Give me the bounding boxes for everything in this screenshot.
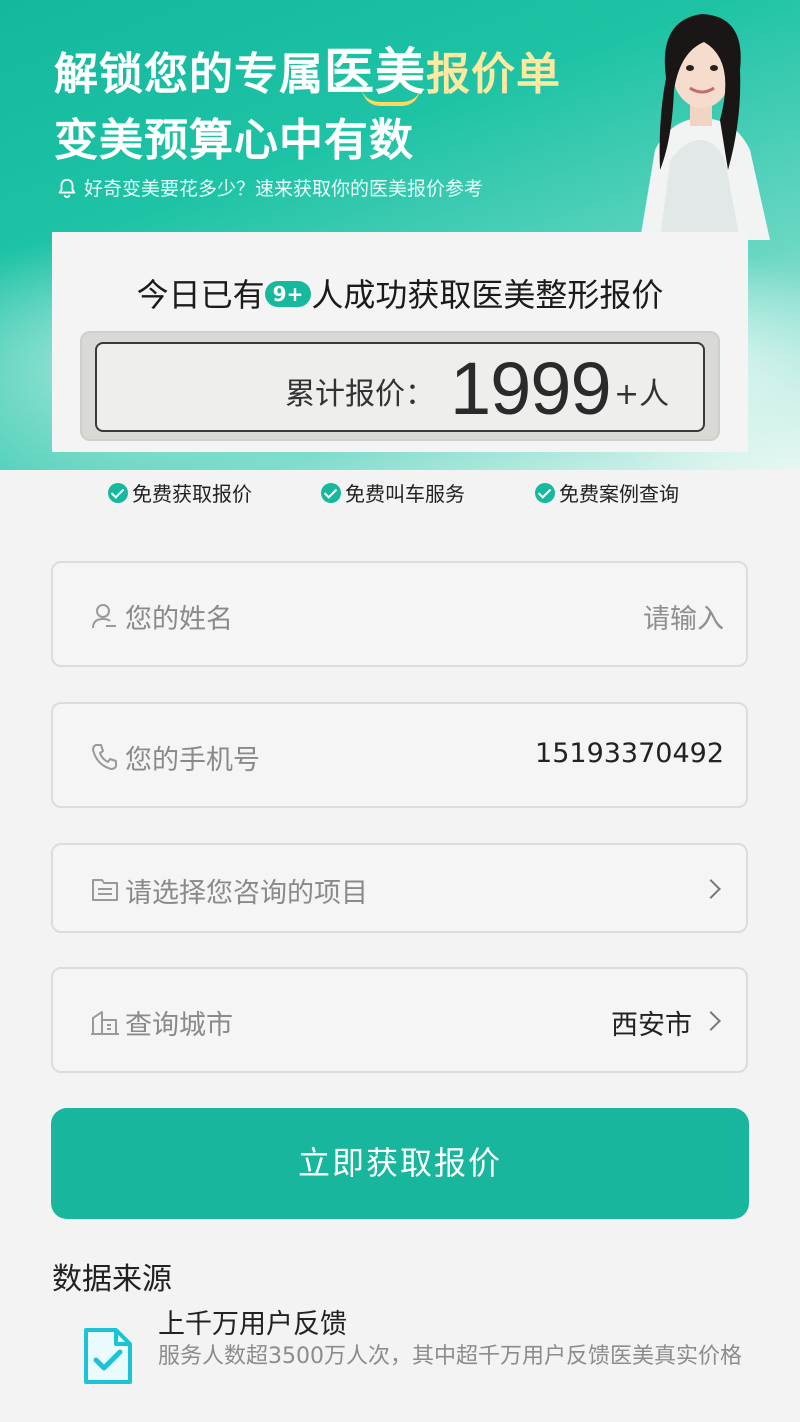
model-illustration xyxy=(640,14,770,240)
city-select[interactable]: 查询城市 西安市 xyxy=(51,967,748,1073)
phone-input[interactable]: 15193370492 xyxy=(535,738,724,769)
check-icon xyxy=(108,482,128,503)
feature-label: 免费案例查询 xyxy=(559,482,679,506)
name-field[interactable]: 您的姓名 请输入 xyxy=(51,561,748,667)
phone-field-label: 您的手机号 xyxy=(125,745,260,776)
phone-icon xyxy=(92,744,117,770)
user-icon xyxy=(92,604,116,629)
hero-subheadline: 变美预算心中有数 xyxy=(54,115,414,166)
phone-field[interactable]: 您的手机号 15193370492 xyxy=(51,702,748,808)
data-source-title: 数据来源 xyxy=(52,1262,172,1297)
chevron-right-icon xyxy=(701,879,721,899)
get-quote-button[interactable]: 立即获取报价 xyxy=(51,1108,749,1219)
document-icon xyxy=(92,879,118,901)
feature-free-quote: 免费获取报价 xyxy=(108,478,252,507)
data-source-item-title: 上千万用户反馈 xyxy=(158,1309,347,1340)
counter-label: 累计报价： xyxy=(285,377,435,412)
feature-label: 免费获取报价 xyxy=(132,482,252,506)
feature-free-ride: 免费叫车服务 xyxy=(321,478,465,507)
hero-tip-text: 好奇变美要花多少？速来获取你的医美报价参考 xyxy=(84,178,484,200)
counter-unit: +人 xyxy=(614,377,670,412)
name-input[interactable]: 请输入 xyxy=(643,597,724,636)
today-count-badge: 9+ xyxy=(264,281,312,307)
name-field-label: 您的姓名 xyxy=(125,604,233,635)
building-icon xyxy=(91,1011,119,1035)
check-icon xyxy=(535,482,555,503)
today-suffix: 人成功获取医美整形报价 xyxy=(311,276,664,314)
feature-label: 免费叫车服务 xyxy=(345,482,465,506)
check-icon xyxy=(321,482,341,503)
checklist-icon xyxy=(84,1328,132,1384)
today-prefix: 今日已有 xyxy=(136,276,265,314)
project-select[interactable]: 请选择您咨询的项目 xyxy=(51,843,748,933)
counter-number: 1999 xyxy=(450,347,612,430)
hero-tip: 好奇变美要花多少？速来获取你的医美报价参考 xyxy=(56,174,483,201)
bell-icon xyxy=(58,178,76,198)
feature-free-cases: 免费案例查询 xyxy=(535,478,679,507)
today-count-text: 今日已有 9+ 人成功获取医美整形报价 xyxy=(0,270,800,316)
chevron-right-icon xyxy=(701,1011,721,1031)
city-field-label: 查询城市 xyxy=(125,1010,233,1041)
city-value[interactable]: 西安市 xyxy=(611,1003,692,1042)
headline-gold: 报价单 xyxy=(426,49,561,100)
headline-part: 解锁您的专属 xyxy=(54,49,324,100)
hero-headline: 解锁您的专属医美报价单 xyxy=(54,32,561,104)
data-source-item-desc: 服务人数超3500万人次，其中超千万用户反馈医美真实价格 xyxy=(158,1344,742,1369)
project-select-label: 请选择您咨询的项目 xyxy=(125,878,368,909)
